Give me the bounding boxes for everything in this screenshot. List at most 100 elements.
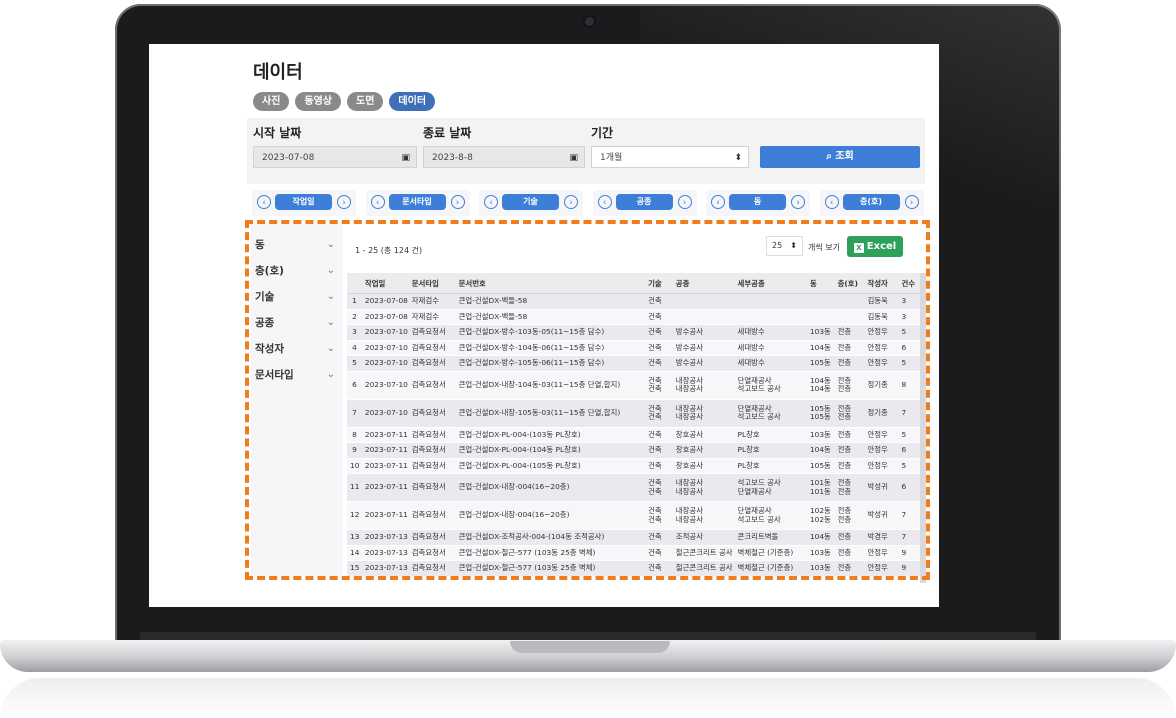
start-date-input[interactable]: 2023-07-08 ▣ (253, 146, 417, 168)
chevron-right-icon[interactable]: › (450, 195, 465, 209)
table-cell: 단열재공사 석고보드 공사 (734, 399, 807, 428)
column-header[interactable]: 공종 (672, 273, 735, 294)
table-row[interactable]: 8 2023-07-11 검측요청서 큰업-건설DX-PL-004-(103동 PL창… (347, 427, 922, 443)
table-cell: 8 (347, 427, 362, 443)
chevron-down-icon: ⌄ (326, 317, 335, 328)
chevron-left-icon[interactable]: ‹ (824, 195, 839, 209)
table-cell: 건축 (645, 529, 673, 546)
table-row[interactable]: 6 2023-07-10 검측요청서 큰업-건설DX-내장-104동-03(11~15… (347, 371, 922, 400)
column-header[interactable]: 문서타입 (408, 273, 456, 294)
table-cell: 15 (347, 560, 362, 577)
sort-pill[interactable]: 작업일 (275, 194, 332, 210)
column-header[interactable]: 작업일 (361, 273, 409, 294)
excel-export-button[interactable]: X Excel (847, 236, 903, 257)
table-cell: 3 (898, 309, 922, 325)
sort-bar: ‹ 작업일 › ‹ 문서타입 › ‹ 기술 › ‹ 공종 › ‹ 동 › ‹ 층(호) › (252, 190, 927, 218)
column-header[interactable] (347, 273, 362, 294)
table-cell: 6 (898, 442, 922, 459)
sidebar-item-label: 작성자 (255, 343, 284, 355)
table-cell: 5 (898, 458, 922, 474)
end-date-label: 종료 날짜 (423, 126, 472, 140)
end-date-input[interactable]: 2023-8-8 ▣ (423, 146, 585, 168)
sidebar-item[interactable]: 작성자 ⌄ (251, 336, 343, 362)
table-cell: 12 (347, 501, 362, 530)
sidebar-item[interactable]: 층(호) ⌄ (251, 258, 343, 284)
sort-pill[interactable]: 동 (729, 194, 786, 210)
column-header[interactable]: 문서번호 (455, 273, 646, 294)
sort-pill[interactable]: 기술 (502, 194, 559, 210)
table-row[interactable]: 2 2023-07-08 자재검수 큰업-건설DX-백들-58 건축 김동욱 3 (347, 309, 922, 325)
chevron-left-icon[interactable]: ‹ (597, 195, 612, 209)
column-header[interactable]: 기술 (645, 273, 673, 294)
table-row[interactable]: 3 2023-07-10 검측요청서 큰업-건설DX-방수-103동-05(11~15… (347, 324, 922, 341)
sidebar-item[interactable]: 공종 ⌄ (251, 310, 343, 336)
chevron-left-icon[interactable]: ‹ (370, 195, 385, 209)
table-cell: 5 (898, 427, 922, 443)
table-cell: 9 (898, 560, 922, 577)
sort-pill[interactable]: 공종 (615, 194, 673, 210)
table-cell: 4 (347, 340, 362, 356)
table-row[interactable]: 1 2023-07-08 자재검수 큰업-건설DX-백들-58 건축 김동욱 3 (347, 293, 922, 310)
table-row[interactable]: 12 2023-07-11 검측요청서 큰업-건설DX-내장-004(16~20층) 건… (347, 501, 922, 530)
table-cell: 2023-07-11 (361, 442, 409, 459)
table-cell: 철근콘크리트 공사 (672, 560, 735, 577)
chevron-left-icon[interactable]: ‹ (484, 195, 498, 209)
table-cell: 방수공사 (672, 324, 735, 341)
sidebar-item[interactable]: 기술 ⌄ (251, 284, 343, 310)
table-row[interactable]: 4 2023-07-10 검측요청서 큰업-건설DX-방수-104동-06(11~15… (347, 340, 922, 356)
column-header[interactable]: 층(호) (834, 273, 865, 294)
table-cell: 2023-07-10 (361, 324, 409, 341)
table-row[interactable]: 10 2023-07-11 검측요청서 큰업-건설DX-PL-004-(105동 PL… (347, 458, 922, 474)
sidebar-item[interactable]: 문서타입 ⌄ (251, 362, 343, 388)
table-cell: 안정우 (864, 355, 899, 372)
sidebar-item[interactable]: 동 ⌄ (251, 232, 343, 258)
table-row[interactable]: 5 2023-07-10 검측요청서 큰업-건설DX-방수-105동-06(11~15… (347, 355, 922, 372)
table-row[interactable]: 11 2023-07-11 검측요청서 큰업-건설DX-내장-004(16~20층) 건… (347, 473, 922, 502)
tab-3[interactable]: 데이터 (389, 92, 436, 111)
chevron-left-icon[interactable]: ‹ (711, 195, 725, 209)
chevron-right-icon[interactable]: › (564, 195, 578, 209)
column-header[interactable]: 작성자 (864, 273, 899, 294)
search-button[interactable]: ⌕ 조회 (760, 146, 920, 168)
column-header[interactable]: 건수 (898, 273, 922, 294)
table-cell: 방수공사 (672, 355, 735, 372)
laptop-screen: 데이터 사진 동영상 도면 데이터 시작 날짜 2023-07-08 ▣ 종료 날짜 … (149, 44, 939, 607)
table-cell: 5 (898, 324, 922, 341)
table-cell: 5 (347, 355, 362, 372)
tab-0[interactable]: 사진 (253, 92, 290, 111)
calendar-icon[interactable]: ▣ (401, 147, 410, 169)
table-cell: 2023-07-11 (361, 427, 409, 443)
table-scrollbar[interactable] (920, 273, 926, 583)
table-cell: 전층 (834, 560, 865, 577)
sort-pill[interactable]: 층(호) (842, 194, 900, 210)
table-cell: 자재검수 (408, 309, 456, 325)
table-row[interactable]: 7 2023-07-10 검측요청서 큰업-건설DX-내장-105동-03(11~15… (347, 399, 922, 428)
chevron-right-icon[interactable]: › (677, 195, 692, 209)
table-cell: PL창호 (734, 458, 807, 474)
tab-1[interactable]: 동영상 (295, 92, 342, 111)
table-cell: 자재검수 (408, 293, 456, 310)
chevron-right-icon[interactable]: › (904, 195, 919, 209)
search-icon: ⌕ (826, 151, 836, 162)
table-cell: PL창호 (734, 427, 807, 443)
column-header[interactable]: 세부공종 (734, 273, 807, 294)
table-row[interactable]: 9 2023-07-11 검측요청서 큰업-건설DX-PL-004-(104동 PL창… (347, 442, 922, 459)
chevron-left-icon[interactable]: ‹ (257, 195, 271, 209)
sort-pill[interactable]: 문서타입 (388, 194, 446, 210)
table-row[interactable]: 14 2023-07-13 검측요청서 큰업-건설DX-철근-577 (103동 25… (347, 545, 922, 561)
column-header[interactable]: 동 (806, 273, 835, 294)
tab-2[interactable]: 도면 (347, 92, 384, 111)
calendar-icon[interactable]: ▣ (569, 147, 578, 169)
table-cell: 조적공사 (672, 529, 735, 546)
table-cell: 6 (898, 473, 922, 502)
table-cell: 정기종 (864, 371, 899, 400)
period-label: 기간 (591, 126, 614, 140)
table-cell: 안정우 (864, 427, 899, 443)
table-cell: 검측요청서 (408, 529, 456, 546)
table-row[interactable]: 15 2023-07-13 검측요청서 큰업-건설DX-철근-577 (103동 25… (347, 560, 922, 577)
period-select[interactable]: 1개월 ⬍ (591, 146, 749, 168)
page-size-select[interactable]: 25 ⬍ (766, 236, 803, 256)
chevron-right-icon[interactable]: › (337, 195, 351, 209)
table-row[interactable]: 13 2023-07-13 검측요청서 큰업-건설DX-조적공사-004-(104동 … (347, 529, 922, 546)
chevron-right-icon[interactable]: › (791, 195, 805, 209)
